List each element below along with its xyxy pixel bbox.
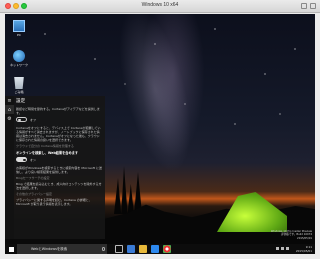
start-button[interactable] xyxy=(5,244,17,254)
desktop-icon-label: ネットワーク xyxy=(9,63,28,67)
file-explorer-icon[interactable] xyxy=(139,245,147,253)
online-toggle-row: オン xyxy=(16,157,102,162)
settings-tool-icon[interactable] xyxy=(301,3,307,9)
clock[interactable]: 9:11 2015/05/01 xyxy=(296,245,312,253)
online-search-description: お客様がWindowsを検索するときに検索内容を Microsoft に送信し、… xyxy=(16,166,102,174)
online-search-toggle[interactable] xyxy=(16,157,27,162)
window-toolbar xyxy=(301,3,316,9)
desktop-icon-recycle-bin[interactable]: ごみ箱 xyxy=(8,77,30,94)
cortana-description: Cortanaをオフにすると、デバイス上で Cortanaが把握している情報がす… xyxy=(16,126,101,142)
desktop-icon-label: PC xyxy=(17,33,21,37)
snapshot-tool-icon[interactable] xyxy=(310,3,316,9)
online-toggle-state: オン xyxy=(30,157,37,162)
safesearch-heading[interactable]: Bingセーフサーチの設定 xyxy=(16,176,102,180)
taskbar-apps xyxy=(115,245,171,253)
taskbar: WebとWindowsを検索 9:11 2015/05/01 xyxy=(5,244,315,254)
settings-rail: ≡ ⌂ ⚙ xyxy=(5,96,14,239)
network-tray-icon[interactable] xyxy=(276,247,279,250)
settings-gear-icon[interactable]: ⚙ xyxy=(5,114,14,123)
chrome-icon[interactable] xyxy=(163,245,171,253)
pc-icon xyxy=(13,20,25,32)
other-privacy-heading[interactable]: その他のプライバシー設定 xyxy=(16,192,102,196)
system-tray xyxy=(276,247,289,250)
notification-tray-icon[interactable] xyxy=(286,247,289,250)
build-line: 2015/05/01 xyxy=(297,236,312,240)
cortana-toggle[interactable] xyxy=(16,117,27,122)
safesearch-description: Bing で結果を読み込むとき、成人向けコンテンツを除外する方法を選択します。 xyxy=(16,182,102,190)
microphone-icon[interactable] xyxy=(102,247,105,251)
desktop-icon-pc[interactable]: PC xyxy=(8,20,30,37)
volume-tray-icon[interactable] xyxy=(281,247,284,250)
other-privacy-description: プライバシーに関する声明を読む。Cortana の詳細と、Microsoft が… xyxy=(16,198,92,206)
build-watermark: Windows 10 Pro Insider Preview 評価版です。Bui… xyxy=(271,230,312,240)
clock-date: 2015/05/01 xyxy=(295,249,312,253)
taskbar-search-box[interactable]: WebとWindowsを検索 xyxy=(17,244,107,254)
cortana-settings-panel: ≡ ⌂ ⚙ 設定 確認など時間を節約する。Cortanaがアイデアなどを提供しま… xyxy=(5,96,105,239)
network-icon xyxy=(13,50,25,62)
cortana-toggle-row: オフ xyxy=(16,117,102,122)
window-title: Windows 10 x64 xyxy=(141,2,179,8)
recycle-bin-icon xyxy=(14,77,24,89)
windows-logo-icon xyxy=(8,246,14,252)
window-titlebar[interactable]: Windows 10 x64 xyxy=(0,0,320,13)
cortana-intro-text: 確認など時間を節約する。Cortanaがアイデアなどを提供します。 xyxy=(16,107,100,115)
task-view-icon[interactable] xyxy=(115,245,123,253)
store-icon[interactable] xyxy=(151,245,159,253)
settings-content: 設定 確認など時間を節約する。Cortanaがアイデアなどを提供します。 オフ … xyxy=(16,98,102,208)
settings-title: 設定 xyxy=(16,99,26,104)
desktop-icon-label: ごみ箱 xyxy=(14,90,24,94)
desktop-icon-network[interactable]: ネットワーク xyxy=(8,50,30,67)
windows-desktop: PC ネットワーク ごみ箱 ≡ ⌂ ⚙ 設定 確認など時間を節約する。Corta… xyxy=(5,14,315,254)
manage-cortana-link[interactable]: クラウドで自分の Cortana情報を管理する xyxy=(16,144,102,148)
vm-window: Windows 10 x64 PC ネットワーク ごみ箱 ≡ ⌂ ⚙ 設定 確認… xyxy=(0,0,320,259)
hamburger-menu-icon[interactable]: ≡ xyxy=(5,96,14,105)
cortana-toggle-state: オフ xyxy=(30,117,37,122)
home-icon[interactable]: ⌂ xyxy=(5,105,14,114)
online-search-heading: オンラインを検索し、Web結果を含めます xyxy=(16,151,79,155)
search-placeholder: WebとWindowsを検索 xyxy=(31,247,68,251)
browser-icon[interactable] xyxy=(127,245,135,253)
